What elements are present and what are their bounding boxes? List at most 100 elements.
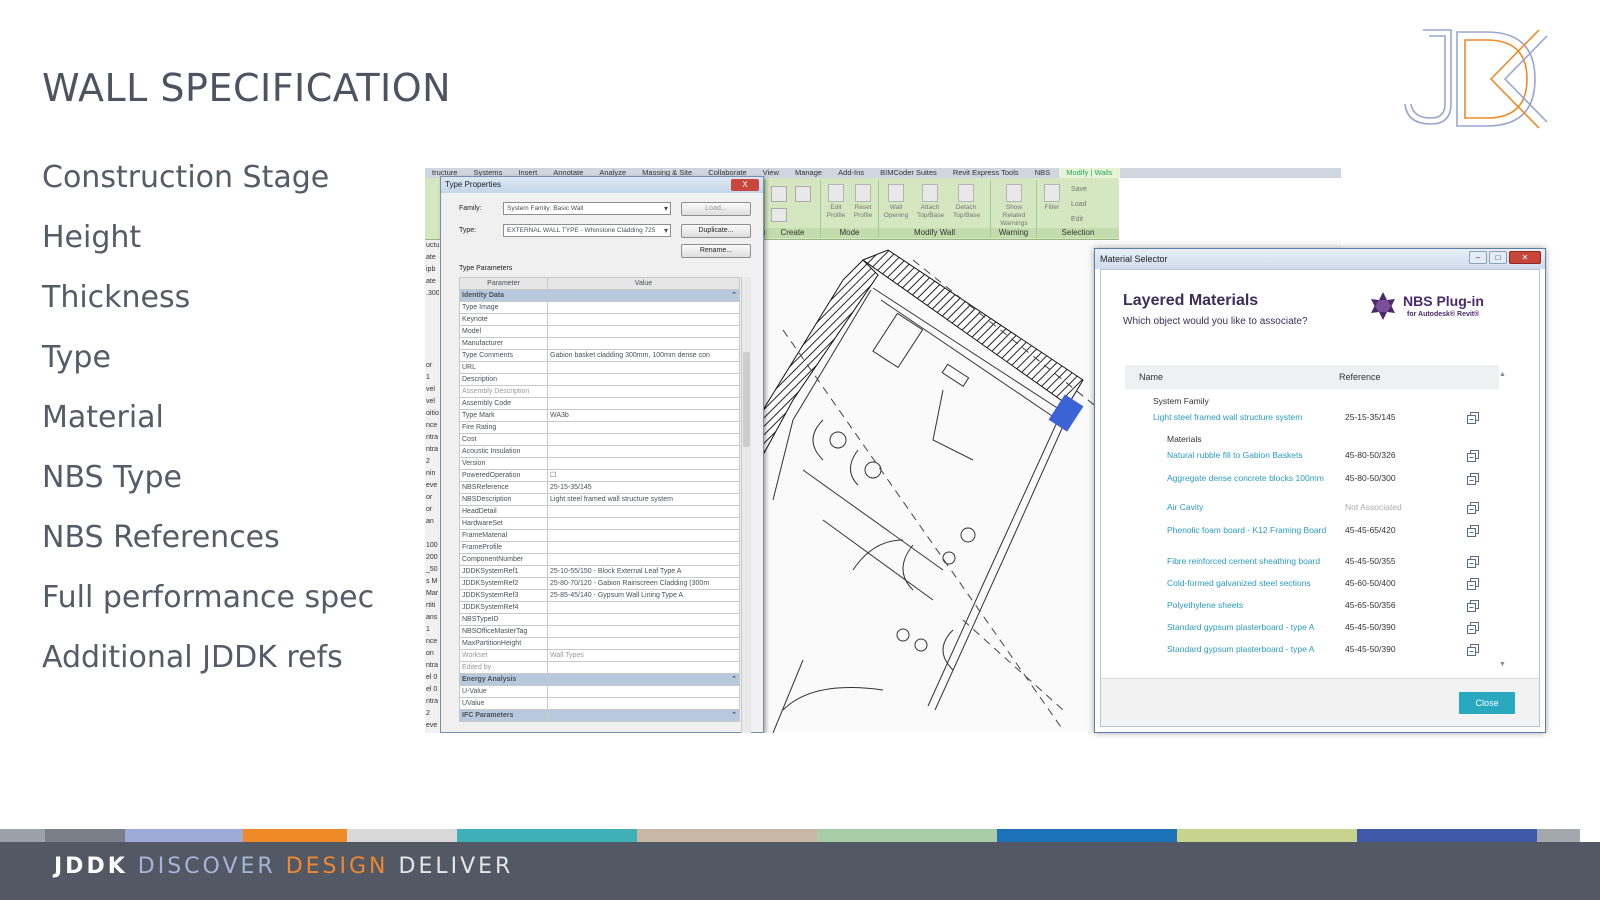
parameter-value[interactable]: [547, 517, 740, 530]
ribbon-tab[interactable]: Manage: [788, 168, 829, 178]
show-related-warnings-button[interactable]: Show Related Warnings: [999, 184, 1029, 228]
parameter-value[interactable]: Gabion basket cladding 300mm, 100mm dens…: [547, 349, 740, 362]
parameter-row[interactable]: PoweredOperation ☐: [459, 469, 740, 482]
material-name-link[interactable]: Light steel framed wall structure system: [1153, 412, 1343, 423]
selected-wall[interactable]: [1048, 394, 1084, 432]
parameter-row[interactable]: Assembly Description: [459, 385, 740, 398]
close-button[interactable]: X: [731, 179, 759, 191]
reset-profile-button[interactable]: Reset Profile: [850, 184, 876, 220]
parameter-row[interactable]: MaxPartitionHeight: [459, 637, 740, 650]
parameter-value[interactable]: 25-85-45/140 - Gypsum Wall Lining Type A: [547, 589, 740, 602]
associate-icon[interactable]: [1467, 600, 1479, 612]
parameter-value[interactable]: [547, 385, 740, 398]
parameter-row[interactable]: FrameMaterial: [459, 529, 740, 542]
associate-icon[interactable]: [1467, 556, 1479, 568]
parameter-value[interactable]: 25-10-55/150 - Block External Leaf Type …: [547, 565, 740, 578]
parameter-row[interactable]: ComponentNumber: [459, 553, 740, 566]
parameter-row[interactable]: JDDKSystemRef1 25-10-55/150 - Block Exter…: [459, 565, 740, 578]
parameter-row[interactable]: JDDKSystemRef3 25-85-45/140 - Gypsum Wall…: [459, 589, 740, 602]
parameter-value[interactable]: [547, 541, 740, 554]
parameter-value[interactable]: [547, 445, 740, 458]
material-name-link[interactable]: Polyethylene sheets: [1167, 600, 1337, 611]
parameter-row[interactable]: JDDKSystemRef2 25-80-70/120 - Gabion Rain…: [459, 577, 740, 590]
parameter-row[interactable]: HeadDetail: [459, 505, 740, 518]
parameter-value[interactable]: [547, 457, 740, 470]
material-name-link[interactable]: Cold-formed galvanized steel sections: [1167, 578, 1337, 589]
parameter-value[interactable]: [547, 433, 740, 446]
parameter-value[interactable]: [547, 421, 740, 434]
parameter-row[interactable]: URL: [459, 361, 740, 374]
parameter-row[interactable]: Fire Rating: [459, 421, 740, 434]
parameter-value[interactable]: [547, 661, 740, 674]
rename-button[interactable]: Rename...: [681, 244, 751, 258]
associate-icon[interactable]: [1467, 644, 1479, 656]
close-button[interactable]: Close: [1459, 692, 1515, 714]
parameter-row[interactable]: Type Comments Gabion basket cladding 300m…: [459, 349, 740, 362]
parameter-row[interactable]: NBSOfficeMasterTag: [459, 625, 740, 638]
parameter-row[interactable]: Manufacturer: [459, 337, 740, 350]
detach-top-base-button[interactable]: Detach Top/Base: [953, 184, 980, 220]
parameter-value[interactable]: [547, 529, 740, 542]
material-name-link[interactable]: Aggregate dense concrete blocks 100mm: [1167, 473, 1337, 484]
parameter-row[interactable]: HardwareSet: [459, 517, 740, 530]
wall-opening-button[interactable]: Wall Opening: [883, 184, 909, 220]
parameter-value[interactable]: 25-15-35/145: [547, 481, 740, 494]
parameter-row[interactable]: FrameProfile: [459, 541, 740, 554]
duplicate-button[interactable]: Duplicate...: [681, 224, 751, 238]
edit-selection-button[interactable]: Edit: [1071, 212, 1087, 227]
parameter-value[interactable]: [547, 637, 740, 650]
parameter-row[interactable]: Model: [459, 325, 740, 338]
associate-icon[interactable]: [1467, 622, 1479, 634]
parameter-group-row[interactable]: Energy Analysis ⌃: [459, 673, 740, 686]
parameter-row[interactable]: Version: [459, 457, 740, 470]
parameter-group-row[interactable]: IFC Parameters ⌃: [459, 709, 740, 722]
parameter-value[interactable]: [547, 685, 740, 698]
parameter-value[interactable]: [547, 361, 740, 374]
parameter-value[interactable]: [547, 397, 740, 410]
associate-icon[interactable]: [1467, 578, 1479, 590]
parameter-value[interactable]: [547, 313, 740, 326]
parameter-group-row[interactable]: Identity Data ⌃: [459, 289, 740, 302]
parameter-value[interactable]: Light steel framed wall structure system: [547, 493, 740, 506]
material-name-link[interactable]: Fibre reinforced cement sheathing board: [1167, 556, 1337, 567]
parameter-value[interactable]: WA3b: [547, 409, 740, 422]
scroll-up-icon[interactable]: ▲: [1499, 371, 1506, 378]
create-icon[interactable]: [771, 208, 787, 222]
save-selection-button[interactable]: Save: [1071, 182, 1087, 197]
parameters-scrollbar[interactable]: [741, 277, 751, 733]
parameter-row[interactable]: Type Image: [459, 301, 740, 314]
associate-icon[interactable]: [1467, 502, 1479, 514]
parameter-row[interactable]: Type Mark WA3b: [459, 409, 740, 422]
scroll-down-icon[interactable]: ▼: [1499, 661, 1506, 668]
ribbon-tab[interactable]: Add-Ins: [831, 168, 871, 178]
parameter-value[interactable]: [547, 601, 740, 614]
parameter-value[interactable]: Wall Types: [547, 649, 740, 662]
parameter-value[interactable]: [547, 625, 740, 638]
associate-icon[interactable]: [1467, 412, 1479, 424]
minimize-icon[interactable]: –: [1469, 251, 1487, 264]
ribbon-tab-modify-walls[interactable]: Modify | Walls: [1059, 168, 1120, 178]
load-button[interactable]: Load...: [681, 202, 751, 216]
parameter-row[interactable]: NBSReference 25-15-35/145: [459, 481, 740, 494]
parameter-row[interactable]: U-Value: [459, 685, 740, 698]
parameter-row[interactable]: Edited by: [459, 661, 740, 674]
collapse-group-icon[interactable]: ⌃: [547, 709, 740, 722]
create-icon[interactable]: [795, 186, 811, 202]
maximize-icon[interactable]: □: [1489, 251, 1507, 264]
parameter-row[interactable]: NBSDescription Light steel framed wall st…: [459, 493, 740, 506]
associate-icon[interactable]: [1467, 525, 1479, 537]
parameter-value[interactable]: [547, 697, 740, 710]
material-name-link[interactable]: Natural rubble fill to Gabion Baskets: [1167, 450, 1337, 461]
parameter-value[interactable]: [547, 325, 740, 338]
parameter-value[interactable]: [547, 301, 740, 314]
ribbon-tab[interactable]: BIMCoder Suites: [873, 168, 944, 178]
family-select[interactable]: System Family: Basic Wall: [503, 202, 671, 215]
collapse-group-icon[interactable]: ⌃: [547, 289, 740, 302]
parameter-value[interactable]: 25-80-70/120 - Gabion Rainscreen Claddin…: [547, 577, 740, 590]
parameter-row[interactable]: UValue: [459, 697, 740, 710]
parameter-row[interactable]: Cost: [459, 433, 740, 446]
parameter-row[interactable]: JDDKSystemRef4: [459, 601, 740, 614]
parameter-row[interactable]: Acoustic Insulation: [459, 445, 740, 458]
parameter-value[interactable]: [547, 505, 740, 518]
material-name-link[interactable]: Phenolic foam board - K12 Framing Board: [1167, 525, 1337, 536]
